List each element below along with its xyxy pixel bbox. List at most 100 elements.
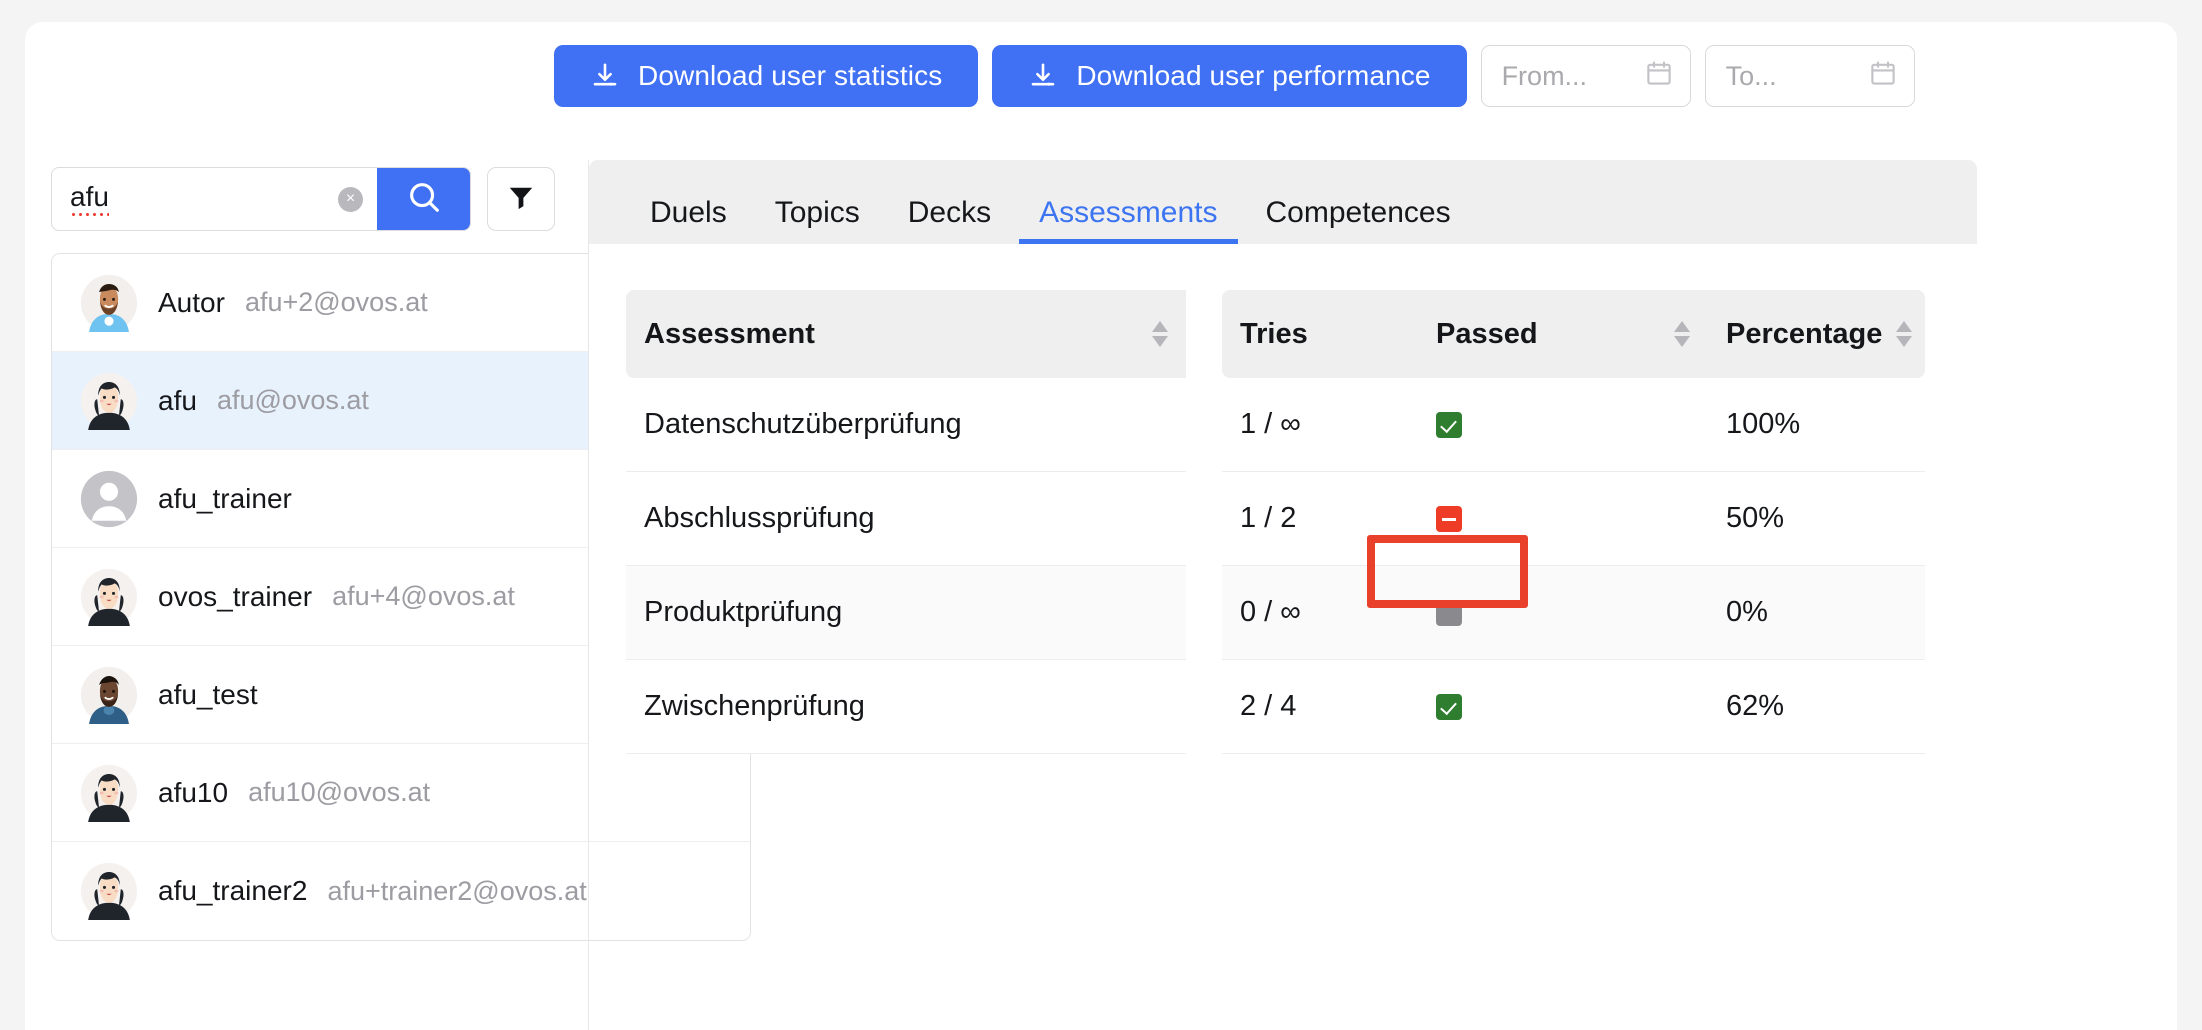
sort-icon[interactable]: [1152, 321, 1168, 347]
user-email: afu+4@ovos.at: [332, 581, 515, 611]
main-card: Download user statistics Download user p…: [25, 22, 2177, 1030]
cell-gap: [1186, 566, 1222, 660]
calendar-icon[interactable]: [1644, 59, 1674, 94]
user-email: afu+trainer2@ovos.at: [327, 875, 587, 906]
tab-assessments[interactable]: Assessments: [1015, 198, 1241, 244]
avatar-woman: [80, 764, 138, 822]
avatar-woman: [80, 372, 138, 430]
cell-passed: [1418, 660, 1708, 754]
date-from-field[interactable]: From...: [1480, 45, 1691, 107]
search-input[interactable]: afu ×: [51, 167, 471, 231]
status-badge-fail: [1436, 506, 1462, 533]
cell-tries: 2 / 4: [1222, 660, 1418, 754]
tab-label: Assessments: [1039, 196, 1218, 229]
assessments-table: Assessment Tries Passed Percentage Daten…: [626, 290, 1925, 754]
table-header-row: Assessment Tries Passed Percentage: [626, 290, 1925, 378]
column-header-percentage-label: Percentage: [1726, 317, 1883, 350]
search-term: afu: [70, 180, 109, 218]
tab-duels[interactable]: Duels: [626, 198, 751, 244]
status-badge-none: [1436, 600, 1462, 627]
download-icon: [1028, 61, 1058, 91]
download-user-performance-button[interactable]: Download user performance: [992, 45, 1467, 107]
search-row: afu ×: [51, 167, 575, 231]
tab-topics[interactable]: Topics: [751, 198, 884, 244]
date-from-placeholder: From...: [1501, 60, 1588, 91]
user-name: afu_test: [158, 678, 258, 710]
search-button[interactable]: [377, 168, 470, 230]
cell-assessment: Produktprüfung: [626, 566, 1186, 660]
avatar-dark-man: [80, 666, 138, 724]
table-body: Datenschutzüberprüfung 1 / ∞ 100% Abschluss…: [626, 378, 1925, 754]
date-to-field[interactable]: To...: [1704, 45, 1915, 107]
column-header-percentage[interactable]: Percentage: [1708, 290, 1925, 378]
tab-label: Duels: [650, 196, 727, 229]
download-user-performance-label: Download user performance: [1076, 60, 1431, 91]
tab-decks[interactable]: Decks: [884, 198, 1015, 244]
top-toolbar: Download user statistics Download user p…: [25, 22, 2177, 130]
column-header-assessment[interactable]: Assessment: [626, 290, 1186, 378]
cell-gap: [1186, 472, 1222, 566]
table-row[interactable]: Abschlussprüfung 1 / 2 50%: [626, 472, 1925, 566]
cell-percentage: 50%: [1708, 472, 1925, 566]
sort-icon[interactable]: [1896, 321, 1913, 347]
cell-assessment: Datenschutzüberprüfung: [626, 378, 1186, 472]
user-email: afu@ovos.at: [216, 385, 369, 415]
avatar-beard-man: [80, 274, 138, 332]
column-header-assessment-label: Assessment: [644, 317, 815, 350]
tab-label: Topics: [774, 196, 860, 229]
download-icon: [590, 61, 620, 91]
cell-passed: [1418, 378, 1708, 472]
tab-bar: Duels Topics Decks Assessments Competences: [589, 160, 1977, 244]
tab-label: Decks: [907, 196, 992, 229]
user-name: ovos_trainer: [158, 580, 313, 612]
download-user-statistics-button[interactable]: Download user statistics: [554, 45, 979, 107]
column-header-passed[interactable]: Passed: [1418, 290, 1708, 378]
status-badge-pass: [1436, 694, 1462, 721]
status-badge-pass: [1436, 412, 1462, 439]
cell-gap: [1186, 660, 1222, 754]
user-name: afu: [158, 384, 197, 416]
clear-icon[interactable]: ×: [338, 186, 363, 212]
cell-percentage: 62%: [1708, 660, 1925, 754]
cell-tries: 0 / ∞: [1222, 566, 1418, 660]
cell-gap: [1186, 378, 1222, 472]
user-name: afu10: [158, 776, 229, 808]
avatar-placeholder: [80, 470, 138, 528]
search-icon: [405, 178, 443, 221]
tab-label: Competences: [1265, 196, 1451, 229]
assessments-table-wrapper: Assessment Tries Passed Percentage Daten…: [589, 244, 1977, 754]
cell-percentage: 0%: [1708, 566, 1925, 660]
download-user-statistics-label: Download user statistics: [638, 60, 943, 91]
table-row[interactable]: Datenschutzüberprüfung 1 / ∞ 100%: [626, 378, 1925, 472]
filter-button[interactable]: [487, 167, 555, 231]
sort-icon[interactable]: [1674, 321, 1690, 347]
table-head: Assessment Tries Passed Percentage: [626, 290, 1925, 378]
user-name: Autor: [158, 286, 225, 318]
calendar-icon[interactable]: [1868, 59, 1898, 94]
user-email: afu10@ovos.at: [248, 777, 431, 807]
avatar-woman: [80, 568, 138, 626]
table-row[interactable]: Produktprüfung 0 / ∞ 0%: [626, 566, 1925, 660]
detail-panel: Duels Topics Decks Assessments Competences A…: [588, 160, 2154, 1030]
table-row[interactable]: Zwischenprüfung 2 / 4 62%: [626, 660, 1925, 754]
column-header-tries[interactable]: Tries: [1222, 290, 1418, 378]
search-input-value[interactable]: afu: [52, 180, 338, 218]
user-email: afu+2@ovos.at: [244, 287, 428, 317]
column-header-tries-label: Tries: [1240, 317, 1308, 350]
date-to-placeholder: To...: [1725, 60, 1777, 91]
avatar-woman: [80, 862, 138, 920]
user-search-panel: afu × Autor afu+2@ovos.at afu afu@ovos.a…: [51, 167, 751, 941]
cell-percentage: 100%: [1708, 378, 1925, 472]
column-header-passed-label: Passed: [1436, 317, 1538, 350]
cell-tries: 1 / 2: [1222, 472, 1418, 566]
cell-assessment: Zwischenprüfung: [626, 660, 1186, 754]
tab-competences[interactable]: Competences: [1242, 198, 1475, 244]
user-name: afu_trainer: [158, 482, 292, 514]
cell-tries: 1 / ∞: [1222, 378, 1418, 472]
app-root: Download user statistics Download user p…: [0, 0, 2202, 1030]
cell-assessment: Abschlussprüfung: [626, 472, 1186, 566]
cell-passed: [1418, 472, 1708, 566]
filter-icon: [506, 182, 536, 217]
user-name: afu_trainer2: [158, 875, 308, 906]
header-gap: [1186, 290, 1222, 378]
